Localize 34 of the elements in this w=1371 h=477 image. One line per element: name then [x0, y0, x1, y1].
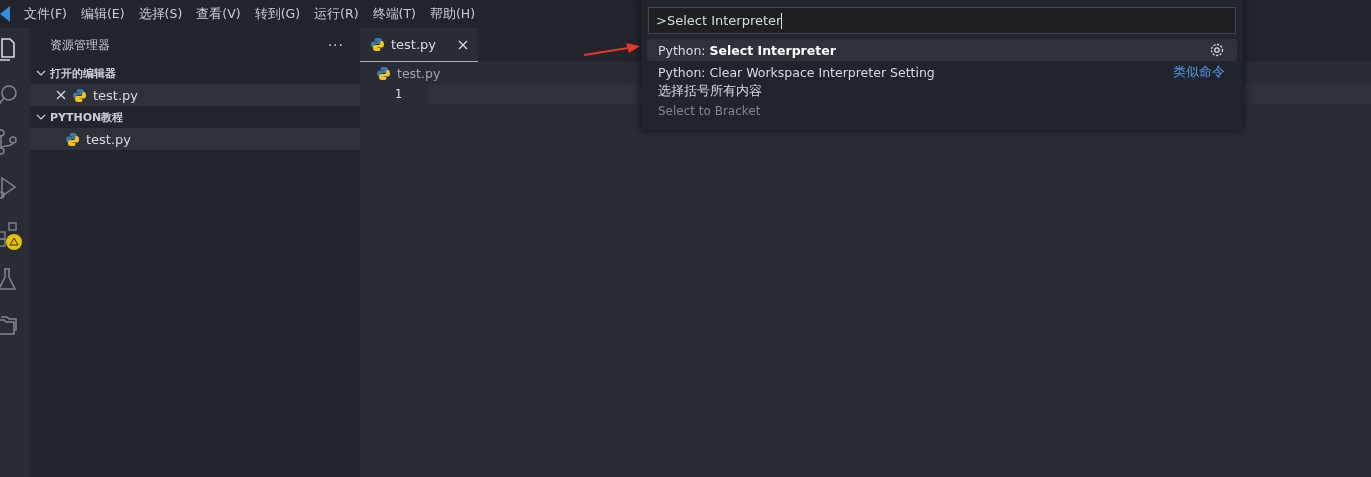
editor-tab[interactable]: test.py: [360, 28, 478, 62]
more-actions-button[interactable]: ···: [327, 37, 344, 53]
menu-item[interactable]: 运行(R): [314, 5, 359, 23]
menu-item[interactable]: 帮助(H): [429, 5, 476, 23]
close-icon[interactable]: [56, 90, 66, 100]
python-file-icon: [376, 65, 391, 81]
settings-icon[interactable]: [1209, 42, 1225, 58]
menu-item[interactable]: 转到(G): [254, 5, 301, 23]
section-header[interactable]: PYTHON教程: [30, 106, 360, 128]
menu-item[interactable]: 查看(V): [196, 5, 241, 23]
sidebar-title: 资源管理器: [50, 37, 110, 53]
python-file-icon: [65, 131, 80, 147]
command-item[interactable]: Python: Select Interpreter: [647, 39, 1237, 61]
command-item[interactable]: 选择括号所有内容 Select to Bracket: [647, 83, 1237, 118]
file-item[interactable]: test.py: [30, 84, 360, 106]
menu-item[interactable]: 文件(F): [24, 5, 67, 23]
command-item[interactable]: Python: Clear Workspace Interpreter Setting 类似命令: [647, 61, 1237, 83]
menu-item[interactable]: 编辑(E): [80, 5, 125, 23]
breadcrumb-item[interactable]: test.py: [376, 65, 441, 81]
branch-icon[interactable]: [0, 128, 18, 156]
python-file-icon: [370, 37, 385, 52]
line-number: 1: [393, 86, 402, 103]
app-logo-icon: [0, 6, 10, 22]
file-item[interactable]: test.py: [30, 128, 360, 150]
section-header[interactable]: 打开的编辑器: [30, 62, 360, 84]
menu-item[interactable]: 终端(T): [372, 5, 416, 23]
python-file-icon: [72, 87, 87, 103]
run-icon[interactable]: [0, 174, 18, 202]
command-input[interactable]: >Select Interpreter: [648, 7, 1236, 34]
close-icon[interactable]: [458, 39, 468, 50]
extensions-icon[interactable]: [0, 220, 18, 248]
text-cursor: [781, 12, 783, 29]
files-icon[interactable]: [0, 36, 18, 64]
menu-item[interactable]: 选择(S): [138, 5, 183, 23]
